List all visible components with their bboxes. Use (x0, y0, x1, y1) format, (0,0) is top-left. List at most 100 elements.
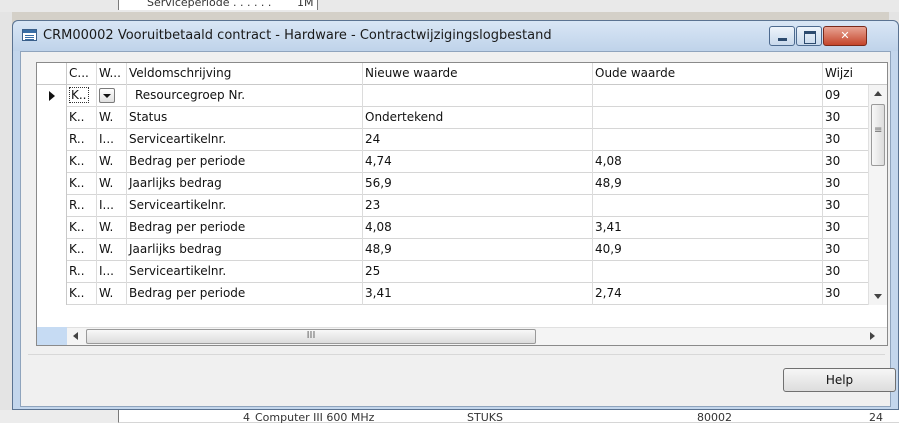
cell-code[interactable]: K.. (67, 239, 97, 261)
cell-code[interactable]: K.. (67, 107, 97, 129)
scroll-down-arrow-icon[interactable] (869, 288, 887, 305)
cell-new-value[interactable]: 4,08 (363, 217, 593, 239)
table-row[interactable]: K.. Resourcegroep Nr. 09 (37, 85, 887, 107)
row-selector[interactable] (37, 85, 67, 107)
row-selector[interactable] (37, 217, 67, 239)
cell-code[interactable]: R.. (67, 261, 97, 283)
table-row[interactable]: K.. W. Bedrag per periode 3,41 2,74 30 (37, 283, 887, 305)
cell-change-date[interactable]: 30 (823, 151, 868, 173)
cell-change-date[interactable]: 30 (823, 239, 868, 261)
cell-type[interactable]: W. (97, 151, 127, 173)
cell-field-description[interactable]: Serviceartikelnr. (127, 129, 363, 151)
cell-field-description[interactable]: Serviceartikelnr. (127, 261, 363, 283)
table-row[interactable]: K.. W. Bedrag per periode 4,74 4,08 30 (37, 151, 887, 173)
cell-change-date[interactable]: 30 (823, 107, 868, 129)
horizontal-scroll-thumb[interactable]: III (86, 329, 536, 344)
column-header-wijzigingsdatum[interactable]: Wijzi (823, 63, 868, 85)
help-button[interactable]: Help (783, 368, 896, 392)
close-button[interactable]: ✕ (823, 26, 867, 46)
scroll-right-arrow-icon[interactable] (864, 328, 881, 345)
cell-new-value[interactable]: 48,9 (363, 239, 593, 261)
cell-new-value[interactable]: 25 (363, 261, 593, 283)
cell-field-description[interactable]: Bedrag per periode (127, 283, 363, 305)
cell-old-value[interactable]: 40,9 (593, 239, 823, 261)
cell-type[interactable]: I... (97, 261, 127, 283)
cell-old-value[interactable]: 48,9 (593, 173, 823, 195)
cell-field-description[interactable]: Jaarlijks bedrag (127, 239, 363, 261)
cell-code[interactable]: K.. (67, 283, 97, 305)
cell-type[interactable]: I... (97, 129, 127, 151)
table-row[interactable]: K.. W. Status Ondertekend 30 (37, 107, 887, 129)
table-row[interactable]: K.. W. Bedrag per periode 4,08 3,41 30 (37, 217, 887, 239)
maximize-button[interactable] (796, 26, 822, 46)
row-selector[interactable] (37, 239, 67, 261)
row-selector[interactable] (37, 107, 67, 129)
vertical-scrollbar[interactable] (868, 85, 887, 305)
cell-new-value[interactable]: 4,74 (363, 151, 593, 173)
horizontal-scrollbar[interactable]: III (67, 327, 887, 345)
table-row[interactable]: K.. W. Jaarlijks bedrag 48,9 40,9 30 (37, 239, 887, 261)
cell-change-date[interactable]: 30 (823, 283, 868, 305)
cell-new-value[interactable]: 23 (363, 195, 593, 217)
cell-change-date[interactable]: 30 (823, 195, 868, 217)
minimize-button[interactable] (769, 26, 795, 46)
cell-field-description[interactable]: Status (127, 107, 363, 129)
scroll-up-arrow-icon[interactable] (869, 85, 887, 102)
cell-code[interactable]: K.. (67, 173, 97, 195)
table-row[interactable]: R.. I... Serviceartikelnr. 24 30 (37, 129, 887, 151)
cell-code[interactable]: K.. (67, 217, 97, 239)
column-header-veldomschrijving[interactable]: Veldomschrijving (127, 63, 363, 85)
cell-old-value[interactable]: 2,74 (593, 283, 823, 305)
row-selector[interactable] (37, 195, 67, 217)
cell-old-value[interactable] (593, 85, 823, 107)
table-row[interactable]: R.. I... Serviceartikelnr. 23 30 (37, 195, 887, 217)
cell-old-value[interactable]: 4,08 (593, 151, 823, 173)
cell-new-value[interactable] (363, 85, 593, 107)
cell-type[interactable]: W. (97, 217, 127, 239)
cell-type[interactable]: W. (97, 283, 127, 305)
cell-change-date[interactable]: 09 (823, 85, 868, 107)
cell-type[interactable]: W. (97, 239, 127, 261)
title-bar[interactable]: CRM00002 Vooruitbetaald contract - Hardw… (13, 21, 898, 51)
cell-code[interactable]: K.. (67, 151, 97, 173)
cell-new-value[interactable]: 56,9 (363, 173, 593, 195)
row-selector[interactable] (37, 283, 67, 305)
cell-change-date[interactable]: 30 (823, 129, 868, 151)
column-header-nieuwe-waarde[interactable]: Nieuwe waarde (363, 63, 593, 85)
row-selector[interactable] (37, 173, 67, 195)
column-header-c[interactable]: C... (67, 63, 97, 85)
cell-change-date[interactable]: 30 (823, 261, 868, 283)
cell-type[interactable]: W. (97, 107, 127, 129)
cell-field-description[interactable]: Bedrag per periode (127, 217, 363, 239)
cell-old-value[interactable] (593, 195, 823, 217)
cell-change-date[interactable]: 30 (823, 217, 868, 239)
cell-field-description[interactable]: Bedrag per periode (127, 151, 363, 173)
cell-old-value[interactable]: 3,41 (593, 217, 823, 239)
cell-code[interactable]: K.. (67, 85, 97, 107)
cell-code-text: R.. (69, 264, 85, 278)
cell-new-value[interactable]: Ondertekend (363, 107, 593, 129)
cell-old-value[interactable] (593, 261, 823, 283)
cell-field-description[interactable]: Jaarlijks bedrag (127, 173, 363, 195)
table-row[interactable]: K.. W. Jaarlijks bedrag 56,9 48,9 30 (37, 173, 887, 195)
cell-change-date[interactable]: 30 (823, 173, 868, 195)
vertical-scroll-thumb[interactable] (871, 104, 885, 166)
cell-old-value[interactable] (593, 107, 823, 129)
table-row[interactable]: R.. I... Serviceartikelnr. 25 30 (37, 261, 887, 283)
column-header-w[interactable]: W... (97, 63, 127, 85)
scroll-left-arrow-icon[interactable] (67, 328, 84, 345)
row-selector[interactable] (37, 129, 67, 151)
cell-code[interactable]: R.. (67, 129, 97, 151)
dropdown-arrow-icon[interactable] (99, 88, 115, 103)
cell-type[interactable]: I... (97, 195, 127, 217)
cell-new-value[interactable]: 24 (363, 129, 593, 151)
cell-code[interactable]: R.. (67, 195, 97, 217)
cell-new-value[interactable]: 3,41 (363, 283, 593, 305)
cell-field-description[interactable]: Resourcegroep Nr. (127, 85, 363, 107)
cell-old-value[interactable] (593, 129, 823, 151)
row-selector[interactable] (37, 261, 67, 283)
row-selector[interactable] (37, 151, 67, 173)
cell-type[interactable]: W. (97, 173, 127, 195)
cell-field-description[interactable]: Serviceartikelnr. (127, 195, 363, 217)
column-header-oude-waarde[interactable]: Oude waarde (593, 63, 823, 85)
